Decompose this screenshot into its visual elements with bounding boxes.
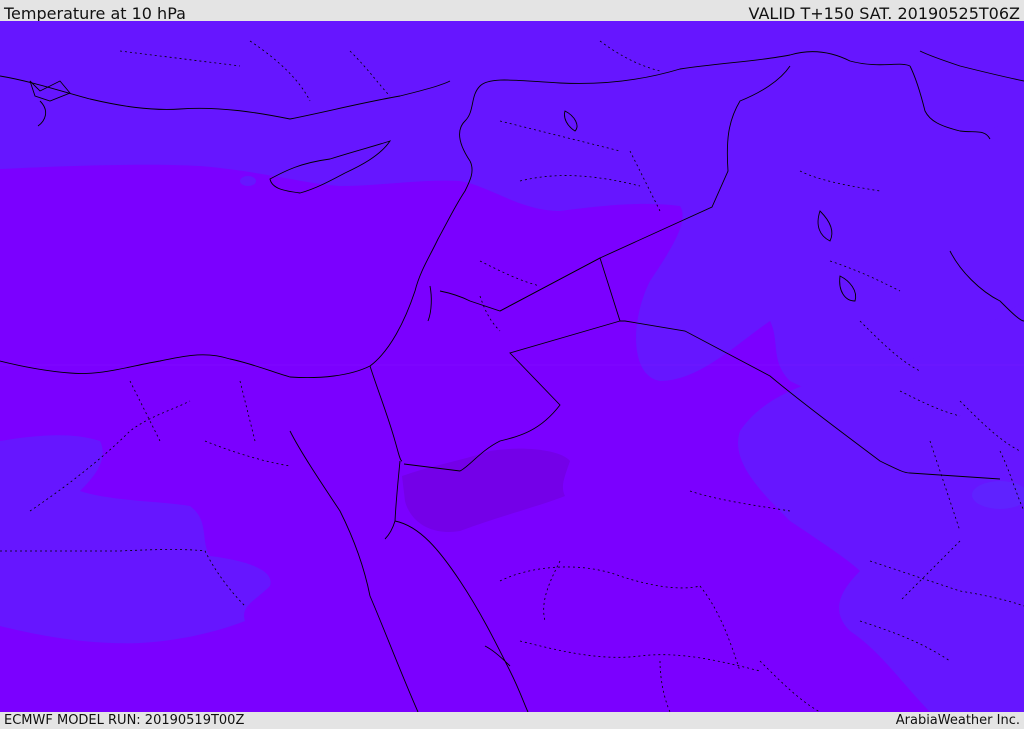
cool-blob-e2 — [933, 472, 957, 484]
cool-blob-cyprus — [240, 176, 256, 186]
footer-bar: ECMWF MODEL RUN: 20190519T00Z ArabiaWeat… — [0, 712, 1024, 729]
brand-label: ArabiaWeather Inc. — [895, 713, 1020, 728]
map-canvas — [0, 21, 1024, 712]
temperature-map[interactable] — [0, 21, 1024, 712]
header-bar: Temperature at 10 hPa VALID T+150 SAT. 2… — [0, 0, 1024, 23]
model-run-label: ECMWF MODEL RUN: 20190519T00Z — [4, 713, 245, 728]
